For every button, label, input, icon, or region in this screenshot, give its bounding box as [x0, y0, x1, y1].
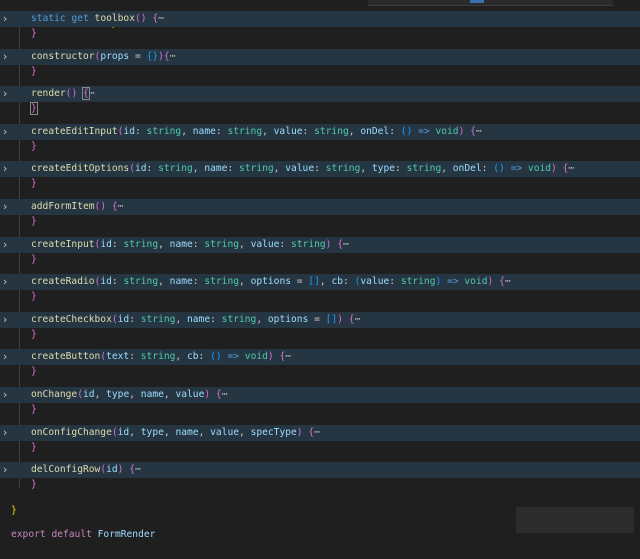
fold-ellipsis[interactable]: ⋯ — [343, 239, 349, 250]
method-line-createCheckbox[interactable]: › createCheckbox(id: string, name: string… — [0, 312, 640, 328]
method-close-line[interactable]: } — [0, 139, 640, 155]
fold-ellipsis[interactable]: ⋯ — [170, 51, 176, 62]
method-name: onConfigChange — [31, 427, 112, 438]
method-close-brace: } — [31, 66, 37, 77]
method-name: constructor — [31, 51, 95, 62]
chevron-right-icon[interactable]: › — [0, 274, 10, 290]
chevron-right-icon[interactable]: › — [0, 49, 10, 65]
method-line-createEditInput[interactable]: › createEditInput(id: string, name: strin… — [0, 124, 640, 140]
method-name: onChange — [31, 389, 78, 400]
method-name: createEditInput — [31, 126, 118, 137]
method-close-brace: } — [31, 141, 37, 152]
chevron-right-icon[interactable]: › — [0, 199, 10, 215]
method-close-line[interactable]: } — [0, 440, 640, 456]
fold-ellipsis[interactable]: ⋯ — [118, 201, 124, 212]
method-close-brace: } — [31, 442, 37, 453]
method-line-onConfigChange[interactable]: › onConfigChange(id, type, name, value, s… — [0, 425, 640, 441]
chevron-right-icon[interactable]: › — [0, 124, 10, 140]
chevron-right-icon[interactable]: › — [0, 387, 10, 403]
method-close-brace: } — [31, 178, 37, 189]
method-name: toolbox — [94, 13, 135, 24]
method-params: (id: string, name: string, value: string… — [117, 126, 465, 137]
chevron-right-icon[interactable]: › — [0, 349, 10, 365]
chevron-right-icon[interactable]: › — [0, 425, 10, 441]
method-name: createRadio — [31, 276, 95, 287]
method-close-brace: } — [31, 329, 37, 340]
fold-ellipsis[interactable]: ⋯ — [222, 389, 228, 400]
method-close-line[interactable]: } — [0, 26, 640, 42]
watermark — [516, 507, 634, 533]
method-close-brace: } — [31, 404, 37, 415]
method-params: (text: string, cb: () => void) — [100, 351, 274, 362]
method-line-createEditOptions[interactable]: › createEditOptions(id: string, name: str… — [0, 161, 640, 177]
method-name: addFormItem — [31, 201, 95, 212]
chevron-right-icon[interactable]: › — [0, 312, 10, 328]
method-line-delConfigRow[interactable]: › delConfigRow(id) {⋯ — [0, 462, 640, 478]
chevron-right-icon[interactable]: › — [0, 11, 10, 27]
fold-ellipsis[interactable]: ⋯ — [355, 314, 361, 325]
method-close-line[interactable]: } — [0, 101, 640, 117]
method-params: (id) — [100, 464, 124, 475]
method-close-line[interactable]: } — [0, 327, 640, 343]
method-name: createButton — [31, 351, 101, 362]
fold-ellipsis[interactable]: ⋯ — [158, 13, 164, 24]
method-params: () — [65, 88, 78, 99]
method-params: (id: string, name: string, options = [],… — [94, 276, 494, 287]
fold-ellipsis[interactable]: ⋯ — [135, 464, 141, 475]
method-line-addFormItem[interactable]: › addFormItem() {⋯ — [0, 199, 640, 215]
method-params: (props = {}) — [94, 51, 164, 62]
method-close-line[interactable]: } — [0, 252, 640, 268]
method-close-brace: } — [31, 366, 37, 377]
method-name: createInput — [31, 239, 95, 250]
method-params: (id: string, name: string, options = []) — [111, 314, 344, 325]
method-name: createCheckbox — [31, 314, 112, 325]
method-line-toolbox[interactable]: › static get toolbox() {⋯ — [0, 11, 640, 27]
method-close-line[interactable]: } — [0, 402, 640, 418]
method-close-brace: } — [30, 102, 38, 115]
chevron-right-icon[interactable]: › — [0, 237, 10, 253]
fold-ellipsis[interactable]: ⋯ — [476, 126, 482, 137]
code-editor[interactable]: class FormRender { ›static get toolbox()… — [0, 0, 640, 540]
method-params: () — [134, 13, 147, 24]
method-close-line[interactable]: } — [0, 214, 640, 230]
method-close-line[interactable]: } — [0, 176, 640, 192]
method-close-line[interactable]: } — [0, 289, 640, 305]
method-name: createEditOptions — [31, 163, 130, 174]
method-params: (id, type, name, value) — [77, 389, 211, 400]
chevron-right-icon[interactable]: › — [0, 86, 10, 102]
export-name: FormRender — [97, 529, 156, 540]
default-keyword: default — [51, 529, 92, 540]
method-line-createButton[interactable]: › createButton(text: string, cb: () => vo… — [0, 349, 640, 365]
method-close-brace: } — [31, 216, 37, 227]
fold-ellipsis[interactable]: ⋯ — [505, 276, 511, 287]
method-line-onChange[interactable]: › onChange(id, type, name, value) {⋯ — [0, 387, 640, 403]
method-line-createInput[interactable]: › createInput(id: string, name: string, v… — [0, 237, 640, 253]
fold-ellipsis[interactable]: ⋯ — [89, 88, 95, 99]
chevron-right-icon[interactable]: › — [0, 161, 10, 177]
class-close-line[interactable]: } — [0, 487, 640, 516]
method-line-render[interactable]: › render() {⋯ — [0, 86, 640, 102]
method-line-createRadio[interactable]: › createRadio(id: string, name: string, o… — [0, 274, 640, 290]
fold-ellipsis[interactable]: ⋯ — [568, 163, 574, 174]
export-keyword: export — [11, 529, 46, 540]
method-params: (id, type, name, value, specType) — [111, 427, 303, 438]
method-params: (id: string, name: string, value: string… — [94, 239, 332, 250]
fold-ellipsis[interactable]: ⋯ — [285, 351, 291, 362]
chevron-right-icon[interactable]: › — [0, 462, 10, 478]
method-line-constructor[interactable]: › constructor(props = {}){⋯ — [0, 49, 640, 65]
method-name: render — [31, 88, 66, 99]
method-name: delConfigRow — [31, 464, 101, 475]
fold-ellipsis[interactable]: ⋯ — [314, 427, 320, 438]
method-params: () — [94, 201, 107, 212]
method-close-line[interactable]: } — [0, 364, 640, 380]
method-modifier: static get — [31, 13, 95, 24]
method-close-brace: } — [31, 254, 37, 265]
method-close-brace: } — [31, 291, 37, 302]
method-close-brace: } — [31, 28, 37, 39]
method-params: (id: string, name: string, value: string… — [129, 163, 557, 174]
method-close-line[interactable]: } — [0, 64, 640, 80]
